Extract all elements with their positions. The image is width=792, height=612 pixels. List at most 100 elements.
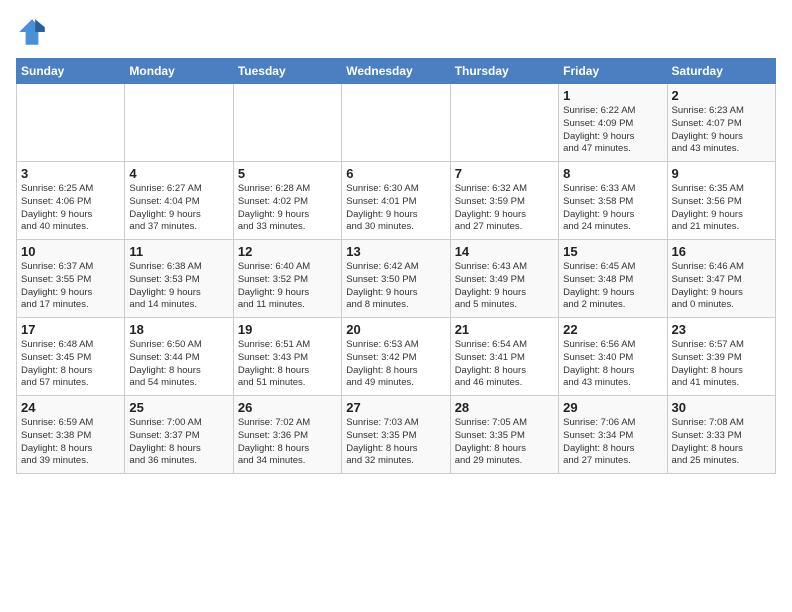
day-info: Sunrise: 7:06 AM Sunset: 3:34 PM Dayligh… [563, 417, 662, 468]
day-info: Sunrise: 6:48 AM Sunset: 3:45 PM Dayligh… [21, 339, 120, 390]
day-info: Sunrise: 6:28 AM Sunset: 4:02 PM Dayligh… [238, 183, 337, 234]
logo [16, 16, 52, 48]
calendar-cell: 6Sunrise: 6:30 AM Sunset: 4:01 PM Daylig… [342, 162, 450, 240]
calendar-cell: 1Sunrise: 6:22 AM Sunset: 4:09 PM Daylig… [559, 84, 667, 162]
logo-icon [16, 16, 48, 48]
calendar-cell: 17 Sunrise: 6:48 AM Sunset: 3:45 PM Dayli… [17, 318, 125, 396]
header-cell-thursday: Thursday [450, 59, 558, 84]
header-cell-monday: Monday [125, 59, 233, 84]
day-number: 9 [672, 166, 771, 181]
day-info: Sunrise: 6:37 AM Sunset: 3:55 PM Dayligh… [21, 261, 120, 312]
day-info: Sunrise: 7:00 AM Sunset: 3:37 PM Dayligh… [129, 417, 228, 468]
calendar-cell: 10 Sunrise: 6:37 AM Sunset: 3:55 PM Dayli… [17, 240, 125, 318]
day-info: Sunrise: 6:50 AM Sunset: 3:44 PM Dayligh… [129, 339, 228, 390]
header-cell-saturday: Saturday [667, 59, 775, 84]
day-info: Sunrise: 6:56 AM Sunset: 3:40 PM Dayligh… [563, 339, 662, 390]
day-number: 3 [21, 166, 120, 181]
week-row-3: 10 Sunrise: 6:37 AM Sunset: 3:55 PM Dayli… [17, 240, 776, 318]
day-info: Sunrise: 7:08 AM Sunset: 3:33 PM Dayligh… [672, 417, 771, 468]
day-number: 16 [672, 244, 771, 259]
calendar-cell: 5 Sunrise: 6:28 AM Sunset: 4:02 PM Daylig… [233, 162, 341, 240]
calendar-cell: 16 Sunrise: 6:46 AM Sunset: 3:47 PM Dayli… [667, 240, 775, 318]
day-number: 22 [563, 322, 662, 337]
calendar-cell: 14 Sunrise: 6:43 AM Sunset: 3:49 PM Dayli… [450, 240, 558, 318]
calendar-cell: 13 Sunrise: 6:42 AM Sunset: 3:50 PM Dayli… [342, 240, 450, 318]
calendar-cell: 24Sunrise: 6:59 AM Sunset: 3:38 PM Dayli… [17, 396, 125, 474]
day-number: 5 [238, 166, 337, 181]
day-number: 21 [455, 322, 554, 337]
calendar-cell: 20 Sunrise: 6:53 AM Sunset: 3:42 PM Dayli… [342, 318, 450, 396]
week-row-4: 17 Sunrise: 6:48 AM Sunset: 3:45 PM Dayli… [17, 318, 776, 396]
calendar-header: SundayMondayTuesdayWednesdayThursdayFrid… [17, 59, 776, 84]
calendar-cell: 25 Sunrise: 7:00 AM Sunset: 3:37 PM Dayli… [125, 396, 233, 474]
day-number: 28 [455, 400, 554, 415]
day-info: Sunrise: 6:54 AM Sunset: 3:41 PM Dayligh… [455, 339, 554, 390]
day-number: 14 [455, 244, 554, 259]
day-info: Sunrise: 6:32 AM Sunset: 3:59 PM Dayligh… [455, 183, 554, 234]
calendar-cell [17, 84, 125, 162]
day-info: Sunrise: 7:03 AM Sunset: 3:35 PM Dayligh… [346, 417, 445, 468]
day-number: 10 [21, 244, 120, 259]
day-info: Sunrise: 6:25 AM Sunset: 4:06 PM Dayligh… [21, 183, 120, 234]
day-number: 20 [346, 322, 445, 337]
header-cell-tuesday: Tuesday [233, 59, 341, 84]
day-info: Sunrise: 6:35 AM Sunset: 3:56 PM Dayligh… [672, 183, 771, 234]
week-row-1: 1Sunrise: 6:22 AM Sunset: 4:09 PM Daylig… [17, 84, 776, 162]
calendar-cell: 26 Sunrise: 7:02 AM Sunset: 3:36 PM Dayli… [233, 396, 341, 474]
day-info: Sunrise: 6:40 AM Sunset: 3:52 PM Dayligh… [238, 261, 337, 312]
week-row-5: 24Sunrise: 6:59 AM Sunset: 3:38 PM Dayli… [17, 396, 776, 474]
day-number: 25 [129, 400, 228, 415]
day-info: Sunrise: 6:22 AM Sunset: 4:09 PM Dayligh… [563, 105, 662, 156]
day-number: 17 [21, 322, 120, 337]
header-cell-sunday: Sunday [17, 59, 125, 84]
header-cell-wednesday: Wednesday [342, 59, 450, 84]
calendar-cell: 8Sunrise: 6:33 AM Sunset: 3:58 PM Daylig… [559, 162, 667, 240]
day-number: 18 [129, 322, 228, 337]
day-info: Sunrise: 6:30 AM Sunset: 4:01 PM Dayligh… [346, 183, 445, 234]
calendar-cell: 2 Sunrise: 6:23 AM Sunset: 4:07 PM Daylig… [667, 84, 775, 162]
day-info: Sunrise: 6:38 AM Sunset: 3:53 PM Dayligh… [129, 261, 228, 312]
day-number: 15 [563, 244, 662, 259]
day-info: Sunrise: 6:23 AM Sunset: 4:07 PM Dayligh… [672, 105, 771, 156]
day-number: 24 [21, 400, 120, 415]
calendar-cell: 22 Sunrise: 6:56 AM Sunset: 3:40 PM Dayli… [559, 318, 667, 396]
day-number: 26 [238, 400, 337, 415]
calendar-cell: 21 Sunrise: 6:54 AM Sunset: 3:41 PM Dayli… [450, 318, 558, 396]
header [16, 16, 776, 48]
calendar-cell: 27Sunrise: 7:03 AM Sunset: 3:35 PM Dayli… [342, 396, 450, 474]
day-number: 19 [238, 322, 337, 337]
calendar-cell [342, 84, 450, 162]
calendar-cell: 30 Sunrise: 7:08 AM Sunset: 3:33 PM Dayli… [667, 396, 775, 474]
day-info: Sunrise: 6:45 AM Sunset: 3:48 PM Dayligh… [563, 261, 662, 312]
calendar-cell: 11 Sunrise: 6:38 AM Sunset: 3:53 PM Dayli… [125, 240, 233, 318]
day-number: 7 [455, 166, 554, 181]
calendar-table: SundayMondayTuesdayWednesdayThursdayFrid… [16, 58, 776, 474]
day-info: Sunrise: 6:46 AM Sunset: 3:47 PM Dayligh… [672, 261, 771, 312]
day-number: 11 [129, 244, 228, 259]
calendar-cell: 28 Sunrise: 7:05 AM Sunset: 3:35 PM Dayli… [450, 396, 558, 474]
day-number: 4 [129, 166, 228, 181]
day-number: 13 [346, 244, 445, 259]
calendar-cell: 3 Sunrise: 6:25 AM Sunset: 4:06 PM Daylig… [17, 162, 125, 240]
calendar-cell: 23Sunrise: 6:57 AM Sunset: 3:39 PM Dayli… [667, 318, 775, 396]
calendar-body: 1Sunrise: 6:22 AM Sunset: 4:09 PM Daylig… [17, 84, 776, 474]
calendar-cell: 29 Sunrise: 7:06 AM Sunset: 3:34 PM Dayli… [559, 396, 667, 474]
day-number: 23 [672, 322, 771, 337]
calendar-cell: 7 Sunrise: 6:32 AM Sunset: 3:59 PM Daylig… [450, 162, 558, 240]
day-info: Sunrise: 7:05 AM Sunset: 3:35 PM Dayligh… [455, 417, 554, 468]
day-info: Sunrise: 7:02 AM Sunset: 3:36 PM Dayligh… [238, 417, 337, 468]
calendar-cell [125, 84, 233, 162]
page: SundayMondayTuesdayWednesdayThursdayFrid… [0, 0, 792, 482]
day-number: 8 [563, 166, 662, 181]
header-row: SundayMondayTuesdayWednesdayThursdayFrid… [17, 59, 776, 84]
day-info: Sunrise: 6:53 AM Sunset: 3:42 PM Dayligh… [346, 339, 445, 390]
day-info: Sunrise: 6:43 AM Sunset: 3:49 PM Dayligh… [455, 261, 554, 312]
day-number: 2 [672, 88, 771, 103]
day-number: 30 [672, 400, 771, 415]
calendar-cell: 19Sunrise: 6:51 AM Sunset: 3:43 PM Dayli… [233, 318, 341, 396]
week-row-2: 3 Sunrise: 6:25 AM Sunset: 4:06 PM Daylig… [17, 162, 776, 240]
day-info: Sunrise: 6:42 AM Sunset: 3:50 PM Dayligh… [346, 261, 445, 312]
day-number: 29 [563, 400, 662, 415]
calendar-cell [450, 84, 558, 162]
calendar-cell: 12Sunrise: 6:40 AM Sunset: 3:52 PM Dayli… [233, 240, 341, 318]
